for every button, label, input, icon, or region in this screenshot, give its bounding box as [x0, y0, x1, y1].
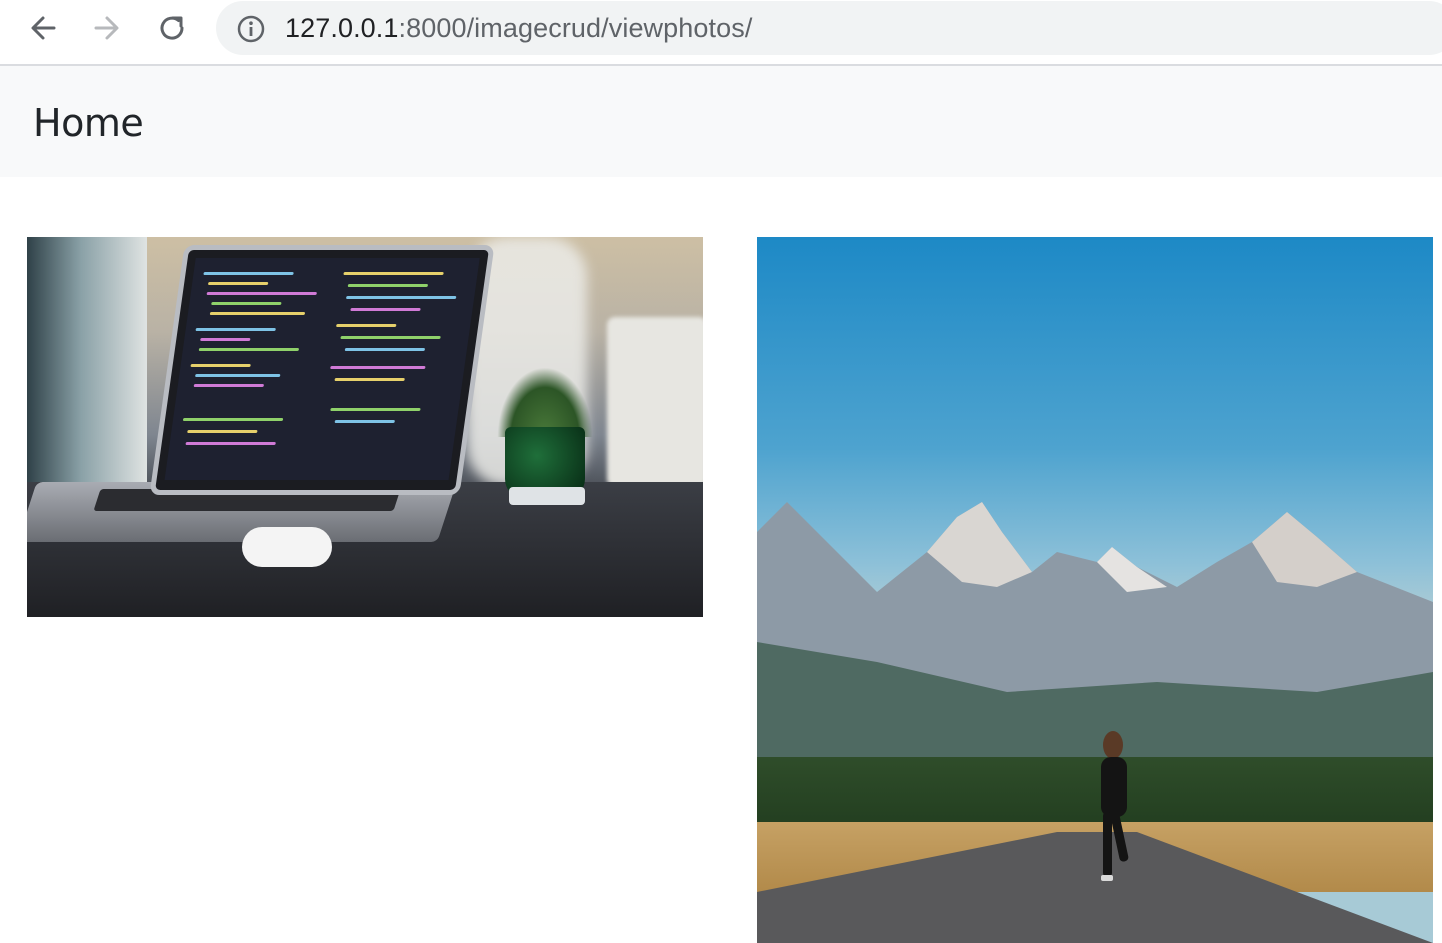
photo-mountain-runner — [757, 237, 1433, 943]
site-navbar — [0, 66, 1442, 177]
reload-icon — [160, 16, 184, 40]
back-button[interactable] — [23, 8, 63, 48]
arrow-left-icon — [31, 16, 56, 40]
reload-button[interactable] — [152, 8, 192, 48]
url-host: 127.0.0.1 — [285, 13, 399, 43]
photo-laptop — [27, 237, 703, 617]
navbar-brand-home[interactable]: Home — [33, 101, 144, 145]
info-icon[interactable] — [236, 14, 266, 44]
arrow-right-icon — [94, 16, 119, 40]
url-text[interactable]: 127.0.0.1:8000/imagecrud/viewphotos/ — [285, 13, 752, 44]
browser-toolbar: 127.0.0.1:8000/imagecrud/viewphotos/ — [0, 0, 1442, 66]
url-path: :8000/imagecrud/viewphotos/ — [398, 13, 753, 43]
forward-button[interactable] — [87, 8, 127, 48]
address-bar[interactable]: 127.0.0.1:8000/imagecrud/viewphotos/ — [216, 1, 1442, 55]
